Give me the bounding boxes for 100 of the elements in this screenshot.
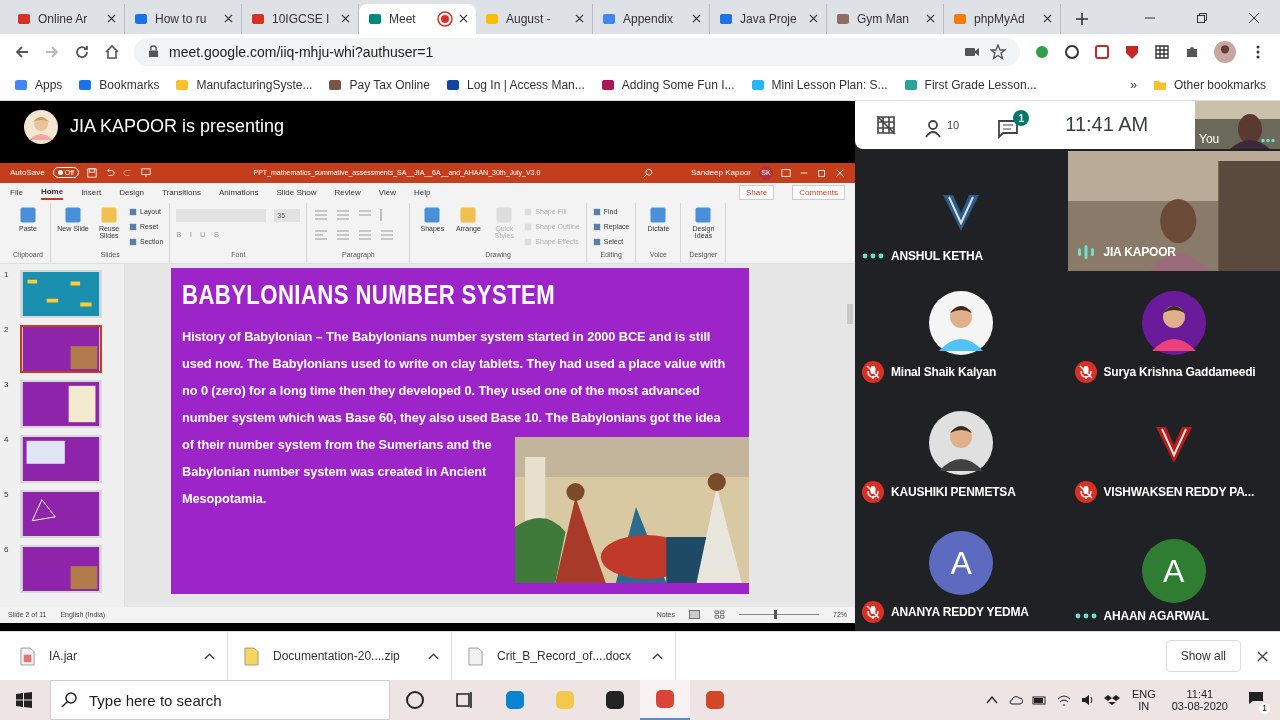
self-label: You [1199, 131, 1220, 146]
restore-icon[interactable] [1196, 11, 1208, 24]
ribbon-tab[interactable]: View [378, 186, 396, 200]
profile-avatar[interactable] [1214, 40, 1236, 63]
close-icon[interactable] [1043, 14, 1052, 24]
browser-tab[interactable]: Java Proje [710, 3, 827, 34]
muted-mic-icon [862, 601, 884, 623]
share-button[interactable]: Share [738, 185, 775, 201]
language-indicator[interactable]: ENG [1131, 688, 1156, 700]
browser-tab[interactable]: August - [476, 3, 593, 34]
browser-tab[interactable]: How to ru [125, 3, 242, 34]
slide-number: 4 [4, 434, 10, 444]
muted-mic-icon [1074, 480, 1097, 503]
extension-icon[interactable] [1064, 43, 1080, 60]
slide-title: BABYLONIANS NUMBER SYSTEM [182, 279, 557, 311]
dropbox-icon[interactable] [1103, 692, 1120, 708]
close-icon[interactable] [224, 14, 233, 24]
scrollbar[interactable] [847, 303, 853, 324]
more-options-icon[interactable] [1260, 137, 1276, 143]
ribbon-tab[interactable]: Help [413, 186, 431, 200]
close-icon[interactable] [575, 14, 584, 24]
participant-name: VISHWAKSEN REDDY PA... [1103, 484, 1255, 499]
browser-tab[interactable]: Appendix [593, 3, 710, 34]
close-icon[interactable] [926, 14, 935, 24]
ribbon-tab[interactable]: Review [334, 186, 361, 200]
close-icon[interactable] [341, 14, 350, 24]
bookmark-item[interactable]: Pay Tax Online [328, 77, 430, 92]
shield-icon[interactable] [1124, 43, 1140, 60]
lock-icon [148, 45, 159, 59]
participant-name: Surya Krishna Gaddameedi [1103, 364, 1256, 379]
star-icon[interactable] [990, 43, 1006, 60]
close-icon[interactable] [1248, 11, 1260, 24]
caret-icon[interactable] [652, 652, 663, 660]
participant-name: JIA KAPOOR [1103, 244, 1176, 259]
close-icon[interactable] [107, 14, 116, 24]
browser-tab[interactable]: Online Ar [8, 3, 125, 34]
wifi-icon[interactable] [1055, 692, 1072, 708]
slide-thumbnail[interactable] [20, 324, 102, 373]
region-indicator[interactable]: IN [1138, 700, 1150, 712]
slide-text-line: Babylonian number system was created in Ancient [182, 462, 487, 481]
bookmark-item[interactable]: Log In | Access Man... [445, 77, 585, 92]
tile-layout-icon[interactable] [875, 114, 897, 135]
close-icon[interactable] [809, 14, 818, 24]
bookmark-item[interactable]: First Grade Lesson... [903, 77, 1037, 92]
ribbon-tab[interactable]: Insert [81, 186, 102, 200]
system-time: 11:41 [1186, 688, 1214, 700]
close-icon[interactable] [1257, 650, 1268, 662]
home-icon[interactable] [104, 43, 120, 60]
taskbar-app-icon[interactable] [603, 688, 627, 712]
participant-name: ANSHUL KETHA [891, 248, 984, 263]
slide-sorter-icon[interactable] [714, 610, 725, 620]
ribbon-tab[interactable]: Animations [218, 186, 259, 200]
browser-tab[interactable]: Meet [359, 3, 476, 34]
presenting-label: JIA KAPOOR is presenting [70, 116, 285, 138]
extension-icon[interactable] [1094, 43, 1110, 60]
chat-button[interactable]: 1 [997, 110, 1030, 140]
search-field[interactable]: Type here to search [50, 680, 390, 720]
slide-number: 6 [4, 544, 10, 554]
ribbon-tab[interactable]: Slide Show [276, 186, 317, 200]
show-all-button[interactable]: Show all [1165, 640, 1241, 672]
avatar-letter: A [929, 531, 994, 595]
caret-icon[interactable] [204, 652, 215, 660]
browser-tab[interactable]: Gym Man [827, 3, 944, 34]
more-bookmarks-button[interactable]: » [1130, 77, 1137, 92]
taskbar-app-icon[interactable] [403, 688, 427, 712]
slide-text-line: History of Babylonian – The Babylonians number system started in 2000 BCE and is still [182, 327, 711, 346]
bookmark-item[interactable]: Mini Lesson Plan: S... [750, 77, 888, 92]
zoom-slider-thumb[interactable] [773, 610, 777, 620]
bookmark-item[interactable]: Apps [14, 77, 63, 92]
close-icon[interactable] [692, 14, 701, 24]
ribbon-tab[interactable]: Transitions [162, 186, 201, 200]
browser-tab[interactable]: phpMyAd [944, 3, 1061, 34]
ribbon-tab[interactable]: Design [119, 186, 145, 200]
bookmark-item[interactable]: Other bookmarks [1152, 77, 1266, 92]
square-icon [129, 207, 137, 216]
bookmark-item[interactable]: Bookmarks [78, 77, 160, 92]
restore-icon[interactable] [817, 167, 827, 178]
grid-icon[interactable] [1154, 43, 1170, 60]
reload-icon[interactable] [74, 43, 90, 60]
address-bar[interactable]: meet.google.com/iiq-mhju-whi?authuser=1 [134, 37, 1020, 66]
save-icon[interactable] [86, 167, 97, 178]
ribbon-display-icon[interactable] [781, 167, 791, 178]
ribbon-tab[interactable]: Home [40, 185, 64, 201]
speaker-icon[interactable] [1079, 692, 1096, 708]
new-tab-icon[interactable] [1075, 11, 1089, 26]
people-button[interactable]: 10 [925, 110, 970, 140]
present-icon[interactable] [140, 167, 151, 178]
search-icon[interactable] [642, 167, 653, 178]
ribbon-tab[interactable]: File [10, 186, 23, 200]
caret-icon[interactable] [428, 652, 439, 660]
close-icon[interactable] [459, 14, 468, 24]
back-icon[interactable] [14, 43, 30, 60]
normal-view-icon[interactable] [689, 610, 700, 620]
audio-idle-icon [1074, 613, 1097, 619]
bookmark-item[interactable]: Adding Some Fun I... [600, 77, 735, 92]
comments-button[interactable]: Comments [792, 185, 845, 201]
search-icon [61, 692, 77, 708]
bookmark-item[interactable]: ManufacturingSyste... [175, 77, 313, 92]
windows-start-icon[interactable] [16, 692, 32, 708]
undo-icon[interactable] [104, 167, 115, 178]
